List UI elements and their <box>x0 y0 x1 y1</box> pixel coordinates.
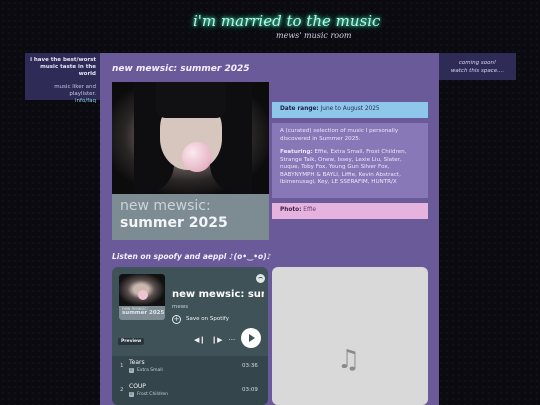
track-name: Tears <box>129 359 145 366</box>
site-title[interactable]: i'm married to the music <box>193 12 380 30</box>
explicit-icon: E <box>129 368 134 373</box>
photo-credit-label: Photo: <box>280 207 302 213</box>
photo-credit-box: Photo: Effie <box>272 203 428 219</box>
track-duration: 03:36 <box>242 363 258 369</box>
track-number: 2 <box>120 387 124 393</box>
music-note-icon: ♫ <box>337 345 361 375</box>
track-artist: Extra Small <box>137 368 163 373</box>
bangs-shape <box>156 82 226 118</box>
site-subtitle: mews' music room <box>276 31 352 40</box>
post-title: new mewsic: summer 2025 <box>112 64 250 74</box>
sidebar-tagline: i have the best/worst music taste in the… <box>30 57 96 77</box>
featuring-text: Featuring: Effie, Extra Small, Frost Chi… <box>280 149 420 187</box>
thumbnail-caption: new mewsic: summer 2025 <box>122 306 164 316</box>
track-row[interactable]: 1 Tears E Extra Small 03:36 <box>112 357 268 379</box>
date-range-box: Date range: June to August 2025 <box>272 102 428 118</box>
track-name: COUP <box>129 383 146 390</box>
date-range-value: June to August 2025 <box>320 106 380 112</box>
playlist-thumbnail[interactable]: new mewsic: summer 2025 <box>119 274 165 320</box>
thumbnail-gum <box>138 290 148 300</box>
playlist-title[interactable]: new mewsic: summer 2025 <box>172 289 264 300</box>
thumbnail-caption-line2: summer 2025 <box>122 310 165 316</box>
more-icon[interactable]: ··· <box>229 336 236 345</box>
featuring-label: Featuring: <box>280 149 313 155</box>
spotify-logo-icon[interactable] <box>256 274 265 283</box>
play-button[interactable] <box>241 328 261 348</box>
save-label: Save on Spotify <box>186 316 229 322</box>
preview-badge: Preview <box>118 338 145 345</box>
date-range-label: Date range: <box>280 106 319 112</box>
cover-caption-line2: summer 2025 <box>120 215 228 231</box>
info-faq-link[interactable]: info/faq <box>29 98 96 105</box>
description-text: A (curated) selection of music I persona… <box>280 128 399 142</box>
cover-photo <box>112 82 269 194</box>
track-row[interactable]: 2 COUP E Frost Children 03:09 <box>112 381 268 403</box>
sidebar-bio: music liker and playlister. <box>54 84 96 97</box>
coming-soon-text: coming soon! <box>458 60 497 66</box>
bubble-gum <box>182 142 212 172</box>
site-header: i'm married to the music mews' music roo… <box>0 10 540 50</box>
spotify-embed[interactable]: new mewsic: summer 2025 new mewsic: summ… <box>112 267 268 405</box>
listen-heading: Listen on spoofy and aeppl ♪(o•‿•o)♪ <box>112 252 272 261</box>
playlist-owner[interactable]: mews <box>172 304 188 310</box>
save-on-spotify-button[interactable]: + Save on Spotify <box>172 314 229 324</box>
cover-caption: new mewsic: summer 2025 <box>112 194 269 240</box>
explicit-icon: E <box>129 392 134 397</box>
skip-next-icon[interactable]: ❙▶ <box>211 336 222 345</box>
cover-caption-line1: new mewsic: <box>120 198 211 214</box>
track-artist: Frost Children <box>137 392 169 397</box>
right-sidebar: coming soon! watch this space.... <box>439 53 516 80</box>
left-sidebar: i have the best/worst music taste in the… <box>25 53 100 104</box>
plus-circle-icon: + <box>172 314 181 324</box>
main-panel: new mewsic: summer 2025 new mewsic: summ… <box>100 53 439 405</box>
skip-previous-icon[interactable]: ◀❙ <box>194 336 205 345</box>
playback-controls: ◀❙ ❙▶ ··· <box>194 336 235 345</box>
description-box: A (curated) selection of music I persona… <box>272 123 428 198</box>
track-number: 1 <box>120 363 124 369</box>
photo-credit-value: Effie <box>303 207 317 213</box>
track-artist-row: E Frost Children <box>129 392 168 397</box>
track-duration: 03:09 <box>242 387 258 393</box>
apple-music-embed[interactable]: ♫ <box>272 267 428 405</box>
cover-image: new mewsic: summer 2025 <box>112 82 269 240</box>
watch-space-text: watch this space.... <box>450 68 505 74</box>
track-artist-row: E Extra Small <box>129 368 163 373</box>
track-list: 1 Tears E Extra Small 03:36 2 COUP E Fro… <box>112 356 268 405</box>
